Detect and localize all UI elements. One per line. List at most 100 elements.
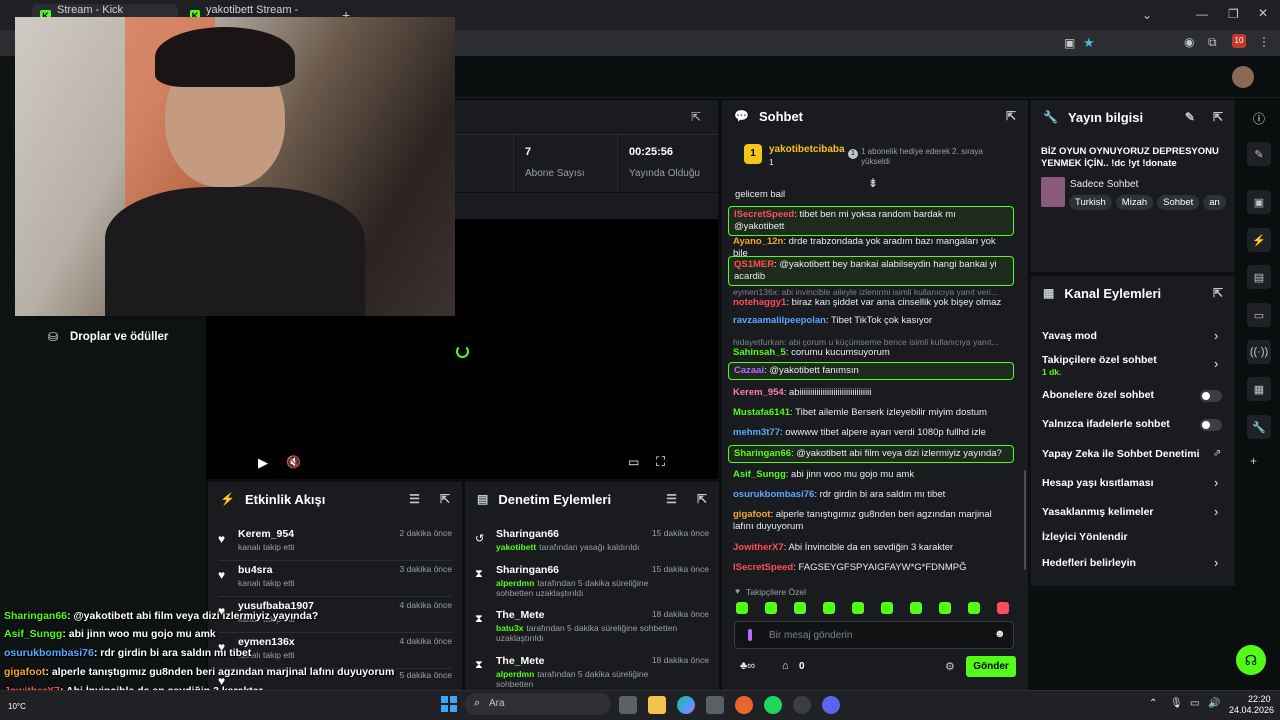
clock-date[interactable]: 24.04.2026 [1229, 705, 1274, 715]
popout-icon[interactable]: ⇱ [1006, 109, 1016, 123]
popout-icon[interactable]: ⇱ [1213, 286, 1223, 300]
menu-icon[interactable]: ⋮ [1258, 35, 1270, 49]
extension-badge[interactable]: 10 [1232, 34, 1246, 48]
chat-username[interactable]: Asif_Sungg [733, 469, 786, 480]
chat-message[interactable]: mehm3t77: owwww tibet alpere ayarı verdi… [728, 425, 1014, 441]
activity-name[interactable]: bu4sra [238, 564, 272, 576]
chat-message[interactable]: JowitherX7: Abi İnvincible da en sevdiği… [728, 540, 1014, 556]
chat-message[interactable]: ravzaamalilpeepolan: Tibet TikTok çok ka… [728, 313, 1014, 329]
chat-message[interactable]: gigafoot: alperle tanıştıgımız gu8nden b… [728, 507, 1014, 535]
toggle-switch[interactable] [1200, 390, 1222, 402]
extensions-icon[interactable]: ⧉ [1208, 35, 1217, 50]
toggle-switch[interactable] [1200, 419, 1222, 431]
camera-icon[interactable]: ▣ [1247, 190, 1271, 214]
chat-username[interactable]: JowitherX7 [733, 542, 784, 553]
chevron-right-icon[interactable]: › [1214, 504, 1218, 519]
info-icon[interactable]: ⓘ [1253, 110, 1265, 127]
volume-icon[interactable]: 🔊 [1208, 698, 1220, 709]
task-view-icon[interactable] [619, 696, 637, 714]
emote-icon[interactable] [939, 602, 951, 614]
microphone-icon[interactable] [748, 629, 752, 641]
tag-chip[interactable]: Sohbet [1157, 195, 1200, 210]
store-icon[interactable]: ⌂ [782, 660, 789, 672]
emote-icon[interactable] [910, 602, 922, 614]
chat-username[interactable]: ISecretSpeed [734, 209, 794, 220]
points-icon[interactable]: ♣∞ [740, 660, 755, 672]
moderation-target[interactable]: The_Mete [496, 655, 544, 667]
emote-icon[interactable] [794, 602, 806, 614]
chat-message[interactable]: notehaggy1: biraz kan şiddet var ama cin… [728, 295, 1014, 311]
bookmark-star-icon[interactable]: ★ [1083, 35, 1095, 51]
pinned-user[interactable]: yakotibetcibaba [769, 144, 845, 155]
moderation-target[interactable]: The_Mete [496, 609, 544, 621]
chat-username[interactable]: Ayano_12n [733, 236, 783, 247]
scroll-down-icon[interactable]: ⇟ [868, 176, 878, 190]
tray-chevron-icon[interactable]: ⌃ [1149, 698, 1157, 709]
chat-message[interactable]: Cazaai: @yakotibett fanımsın [728, 362, 1014, 380]
chat-username[interactable]: Mustafa6141 [733, 407, 790, 418]
chat-username[interactable]: ISecretSpeed [733, 562, 793, 573]
activity-name[interactable]: Kerem_954 [238, 528, 294, 540]
close-icon[interactable]: ✕ [1258, 6, 1268, 20]
spotify-icon[interactable] [764, 696, 782, 714]
minimize-icon[interactable]: — [1196, 7, 1208, 21]
channel-action-label[interactable]: Abonelere özel sohbet [1042, 389, 1154, 401]
send-button[interactable]: Gönder [966, 656, 1016, 677]
firefox-icon[interactable] [735, 696, 753, 714]
chat-message[interactable]: ISecretSpeed: tibet ben mi yoksa random … [728, 206, 1014, 236]
lightning-icon[interactable]: ⚡ [1247, 228, 1271, 252]
emote-icon[interactable] [823, 602, 835, 614]
channel-icon[interactable]: ▦ [1247, 377, 1271, 401]
tag-chip[interactable]: Mizah [1115, 195, 1154, 210]
chat-username[interactable]: Kerem_954 [733, 387, 784, 398]
chat-input[interactable]: Bir mesaj gönderin ☻ [734, 621, 1014, 649]
chat-username[interactable]: Sahinsah_5 [733, 347, 786, 358]
emoji-icon[interactable]: ☻ [994, 628, 1006, 640]
chat-message[interactable]: Asif_Sungg: abi jinn woo mu gojo mu amk [728, 467, 1014, 483]
network-icon[interactable]: ▭ [1190, 698, 1199, 709]
chat-message[interactable]: Kerem_954: abiiiiiiiiiiiiiiiiiiiiiiiiiii… [728, 385, 1014, 401]
chevron-right-icon[interactable]: › [1214, 555, 1218, 570]
file-explorer-icon[interactable] [648, 696, 666, 714]
copilot-icon[interactable] [677, 696, 695, 714]
help-headset-icon[interactable]: ☊ [1236, 645, 1266, 675]
chat-scrollbar[interactable] [1024, 470, 1026, 570]
wrench-icon[interactable]: 🔧 [1247, 415, 1271, 439]
channel-action-label[interactable]: Yapay Zeka ile Sohbet Denetimi [1042, 448, 1200, 460]
chevron-down-icon[interactable]: ⌄ [1142, 8, 1152, 22]
popout-icon[interactable]: ⇱ [440, 492, 450, 506]
channel-action-label[interactable]: Yasaklanmış kelimeler [1042, 506, 1154, 518]
category-name[interactable]: Sadece Sohbet [1070, 179, 1138, 190]
chevron-right-icon[interactable]: › [1214, 475, 1218, 490]
add-panel-icon[interactable]: + [1250, 454, 1257, 468]
chevron-right-icon[interactable]: › [1214, 328, 1218, 343]
moderator-name[interactable]: yakotibett [496, 542, 536, 552]
chat-message[interactable]: QS1MER: @yakotibett bey bankai alabilsey… [728, 256, 1014, 286]
chat-username[interactable]: Sharingan66 [734, 448, 791, 459]
settings-gear-icon[interactable]: ⚙ [945, 660, 955, 673]
screenshot-icon[interactable]: ▣ [1064, 36, 1075, 50]
tag-chip[interactable]: Turkish [1069, 195, 1112, 210]
moderator-name[interactable]: batu3x [496, 623, 523, 633]
profile-icon[interactable]: ◉ [1184, 35, 1194, 49]
popout-icon[interactable]: ⇱ [697, 492, 707, 506]
external-link-icon[interactable]: ⇗ [1213, 448, 1221, 459]
weather-widget[interactable]: 10°C [8, 694, 34, 716]
document-icon[interactable]: ▤ [1247, 265, 1271, 289]
maximize-icon[interactable]: ❐ [1228, 7, 1239, 21]
popout-icon[interactable]: ⇱ [1213, 110, 1223, 124]
chat-message[interactable]: Sahinsah_5: corumu kucumsuyorum [728, 345, 1014, 361]
channel-action-label[interactable]: Hesap yaşı kısıtlaması [1042, 477, 1154, 489]
moderator-name[interactable]: alperdmn [496, 578, 534, 588]
chat-username[interactable]: osurukbombasi76 [733, 489, 814, 500]
play-icon[interactable]: ▶ [258, 455, 268, 471]
edit-icon[interactable]: ✎ [1247, 142, 1271, 166]
filter-icon[interactable]: ☰ [666, 492, 677, 506]
fullscreen-icon[interactable]: ⛶ [656, 454, 665, 470]
chat-username[interactable]: ravzaamalilpeepolan [733, 315, 826, 326]
discord-icon[interactable] [822, 696, 840, 714]
emote-icon[interactable] [881, 602, 893, 614]
chat-bubble-icon[interactable]: ▭ [1247, 303, 1271, 327]
channel-action-label[interactable]: Hedefleri belirleyin [1042, 557, 1136, 569]
emote-icon[interactable] [997, 602, 1009, 614]
